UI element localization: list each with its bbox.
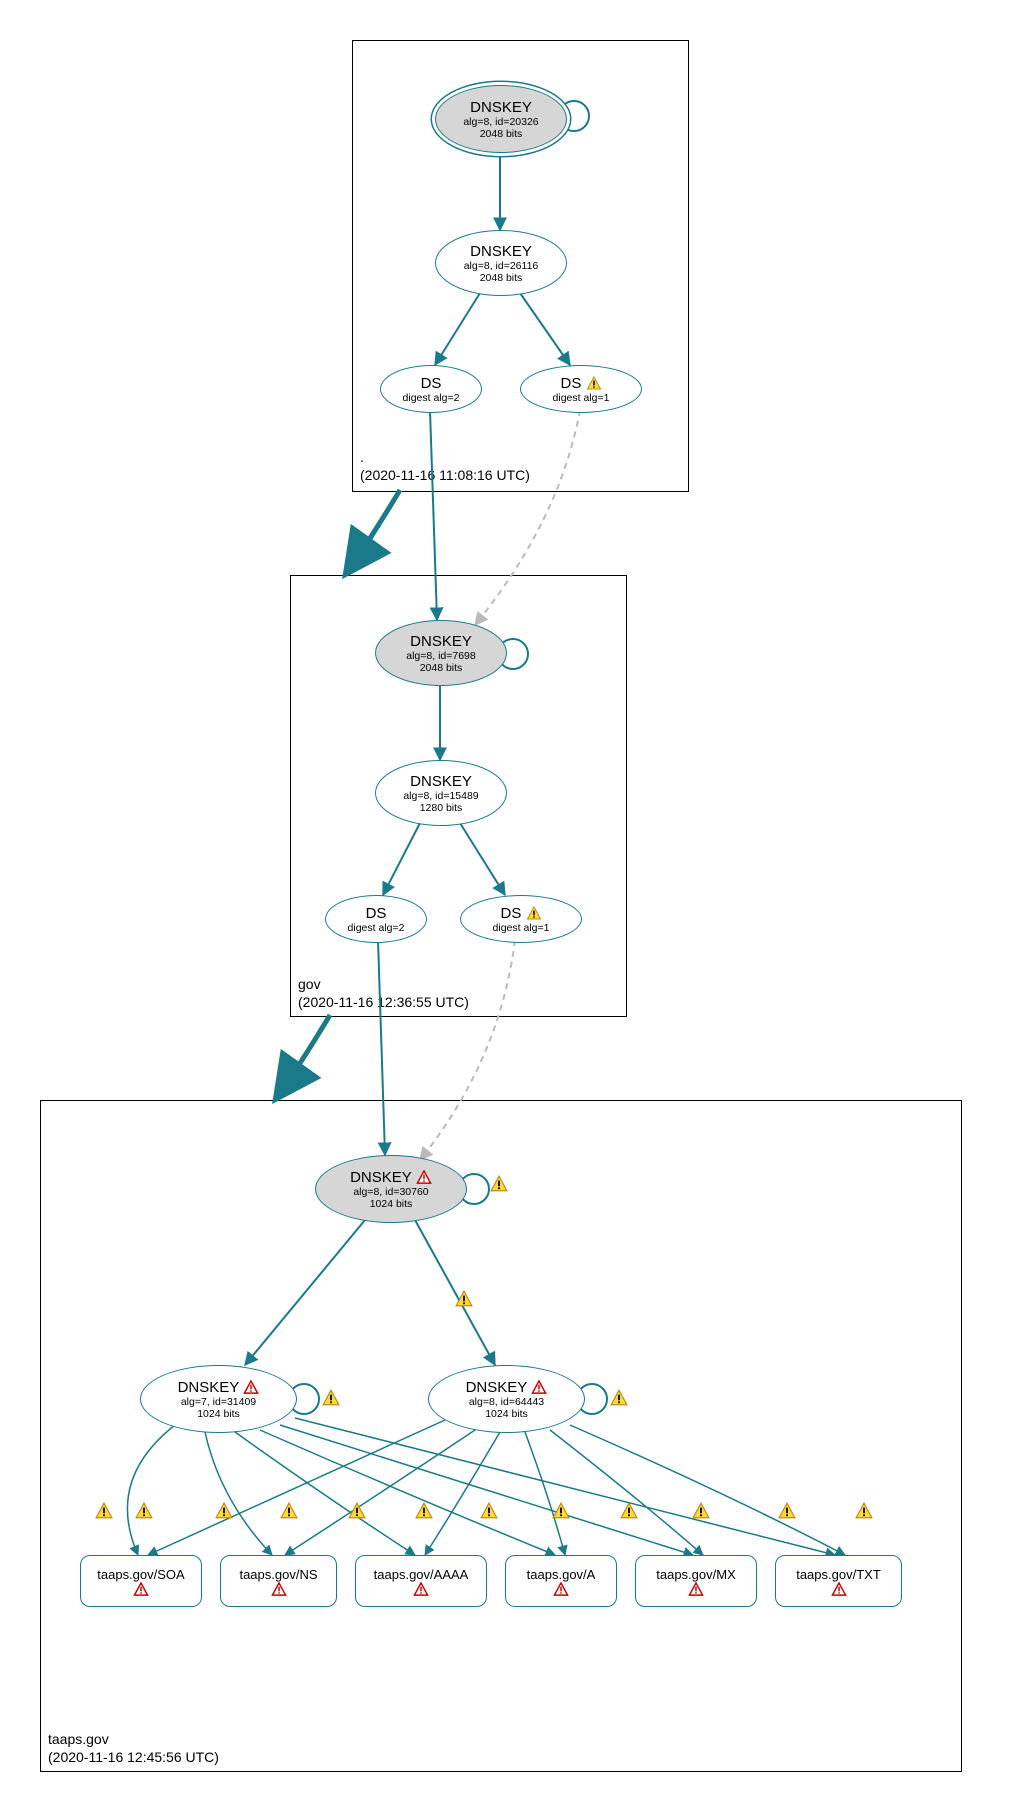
warning-icon [348, 1502, 366, 1518]
node-sub: alg=7, id=31409 [181, 1396, 256, 1408]
warning-icon [95, 1502, 113, 1518]
node-gov-ds2: DS digest alg=2 [325, 895, 427, 943]
node-title: DS [366, 905, 387, 922]
node-sub: digest alg=1 [553, 392, 610, 404]
node-title: DS [421, 375, 442, 392]
zone-taaps-label: taaps.gov (2020-11-16 12:45:56 UTC) [48, 1730, 219, 1766]
node-taaps-ksk: DNSKEY alg=8, id=30760 1024 bits [315, 1155, 467, 1223]
node-sub: alg=8, id=26116 [464, 260, 539, 272]
error-icon [243, 1380, 259, 1394]
node-sub2: 1024 bits [370, 1198, 413, 1210]
rr-ns: taaps.gov/NS [220, 1555, 337, 1607]
node-root-zsk: DNSKEY alg=8, id=26116 2048 bits [435, 230, 567, 296]
error-icon [688, 1582, 704, 1596]
error-icon [831, 1582, 847, 1596]
node-sub2: 2048 bits [480, 272, 523, 284]
node-sub: alg=8, id=7698 [406, 650, 475, 662]
node-sub: alg=8, id=15489 [403, 790, 478, 802]
error-icon [413, 1582, 429, 1596]
rr-txt: taaps.gov/TXT [775, 1555, 902, 1607]
node-sub: digest alg=1 [493, 922, 550, 934]
node-title: DNSKEY [470, 243, 532, 260]
node-sub2: 2048 bits [420, 662, 463, 674]
node-sub2: 1024 bits [197, 1408, 240, 1420]
warning-icon [322, 1389, 340, 1405]
node-title: DS [560, 375, 601, 392]
error-icon [133, 1582, 149, 1596]
rr-label: taaps.gov/TXT [796, 1567, 881, 1582]
node-root-ds2: DS digest alg=2 [380, 365, 482, 413]
rr-label: taaps.gov/AAAA [374, 1567, 469, 1582]
rr-label: taaps.gov/SOA [97, 1567, 184, 1582]
node-sub: alg=8, id=64443 [469, 1396, 544, 1408]
rr-a: taaps.gov/A [505, 1555, 617, 1607]
warning-icon [280, 1502, 298, 1518]
zone-root-label: . (2020-11-16 11:08:16 UTC) [360, 448, 530, 484]
warning-icon [415, 1502, 433, 1518]
rr-soa: taaps.gov/SOA [80, 1555, 202, 1607]
warning-icon [855, 1502, 873, 1518]
zone-root-name: . [360, 449, 364, 465]
warning-icon [620, 1502, 638, 1518]
rr-label: taaps.gov/A [527, 1567, 596, 1582]
rr-mx: taaps.gov/MX [635, 1555, 757, 1607]
error-icon [553, 1582, 569, 1596]
node-sub2: 2048 bits [480, 128, 523, 140]
node-root-ds1: DS digest alg=1 [520, 365, 642, 413]
warning-icon [215, 1502, 233, 1518]
node-title: DNSKEY [466, 1379, 548, 1396]
node-title: DNSKEY [178, 1379, 260, 1396]
zone-gov-name: gov [298, 976, 321, 992]
node-sub: alg=8, id=30760 [353, 1186, 428, 1198]
warning-icon [480, 1502, 498, 1518]
rr-label: taaps.gov/NS [239, 1567, 317, 1582]
node-title: DNSKEY [410, 633, 472, 650]
error-icon [271, 1582, 287, 1596]
node-sub2: 1024 bits [485, 1408, 528, 1420]
warning-icon [610, 1389, 628, 1405]
node-sub: digest alg=2 [403, 392, 460, 404]
warning-icon [778, 1502, 796, 1518]
error-icon [531, 1380, 547, 1394]
node-gov-ds1: DS digest alg=1 [460, 895, 582, 943]
rr-label: taaps.gov/MX [656, 1567, 736, 1582]
warning-icon [455, 1290, 473, 1306]
node-sub2: 1280 bits [420, 802, 463, 814]
warning-icon [552, 1502, 570, 1518]
node-sub: alg=8, id=20326 [463, 116, 538, 128]
warning-icon [526, 906, 542, 920]
zone-gov-ts: (2020-11-16 12:36:55 UTC) [298, 994, 469, 1010]
node-title: DS [500, 905, 541, 922]
warning-icon [135, 1502, 153, 1518]
node-title: DNSKEY [470, 99, 532, 116]
node-gov-zsk: DNSKEY alg=8, id=15489 1280 bits [375, 760, 507, 826]
warning-icon [692, 1502, 710, 1518]
node-title: DNSKEY [410, 773, 472, 790]
node-root-ksk: DNSKEY alg=8, id=20326 2048 bits [435, 85, 567, 153]
node-gov-ksk: DNSKEY alg=8, id=7698 2048 bits [375, 620, 507, 686]
zone-taaps-name: taaps.gov [48, 1731, 109, 1747]
node-sub: digest alg=2 [348, 922, 405, 934]
node-taaps-zsk2: DNSKEY alg=8, id=64443 1024 bits [428, 1365, 585, 1433]
node-title: DNSKEY [350, 1169, 432, 1186]
zone-gov-label: gov (2020-11-16 12:36:55 UTC) [298, 975, 469, 1011]
warning-icon [586, 376, 602, 390]
rr-aaaa: taaps.gov/AAAA [355, 1555, 487, 1607]
node-taaps-zsk1: DNSKEY alg=7, id=31409 1024 bits [140, 1365, 297, 1433]
zone-root-ts: (2020-11-16 11:08:16 UTC) [360, 467, 530, 483]
error-icon [416, 1170, 432, 1184]
warning-icon [490, 1175, 508, 1191]
zone-taaps-ts: (2020-11-16 12:45:56 UTC) [48, 1749, 219, 1765]
zone-taaps [40, 1100, 962, 1772]
